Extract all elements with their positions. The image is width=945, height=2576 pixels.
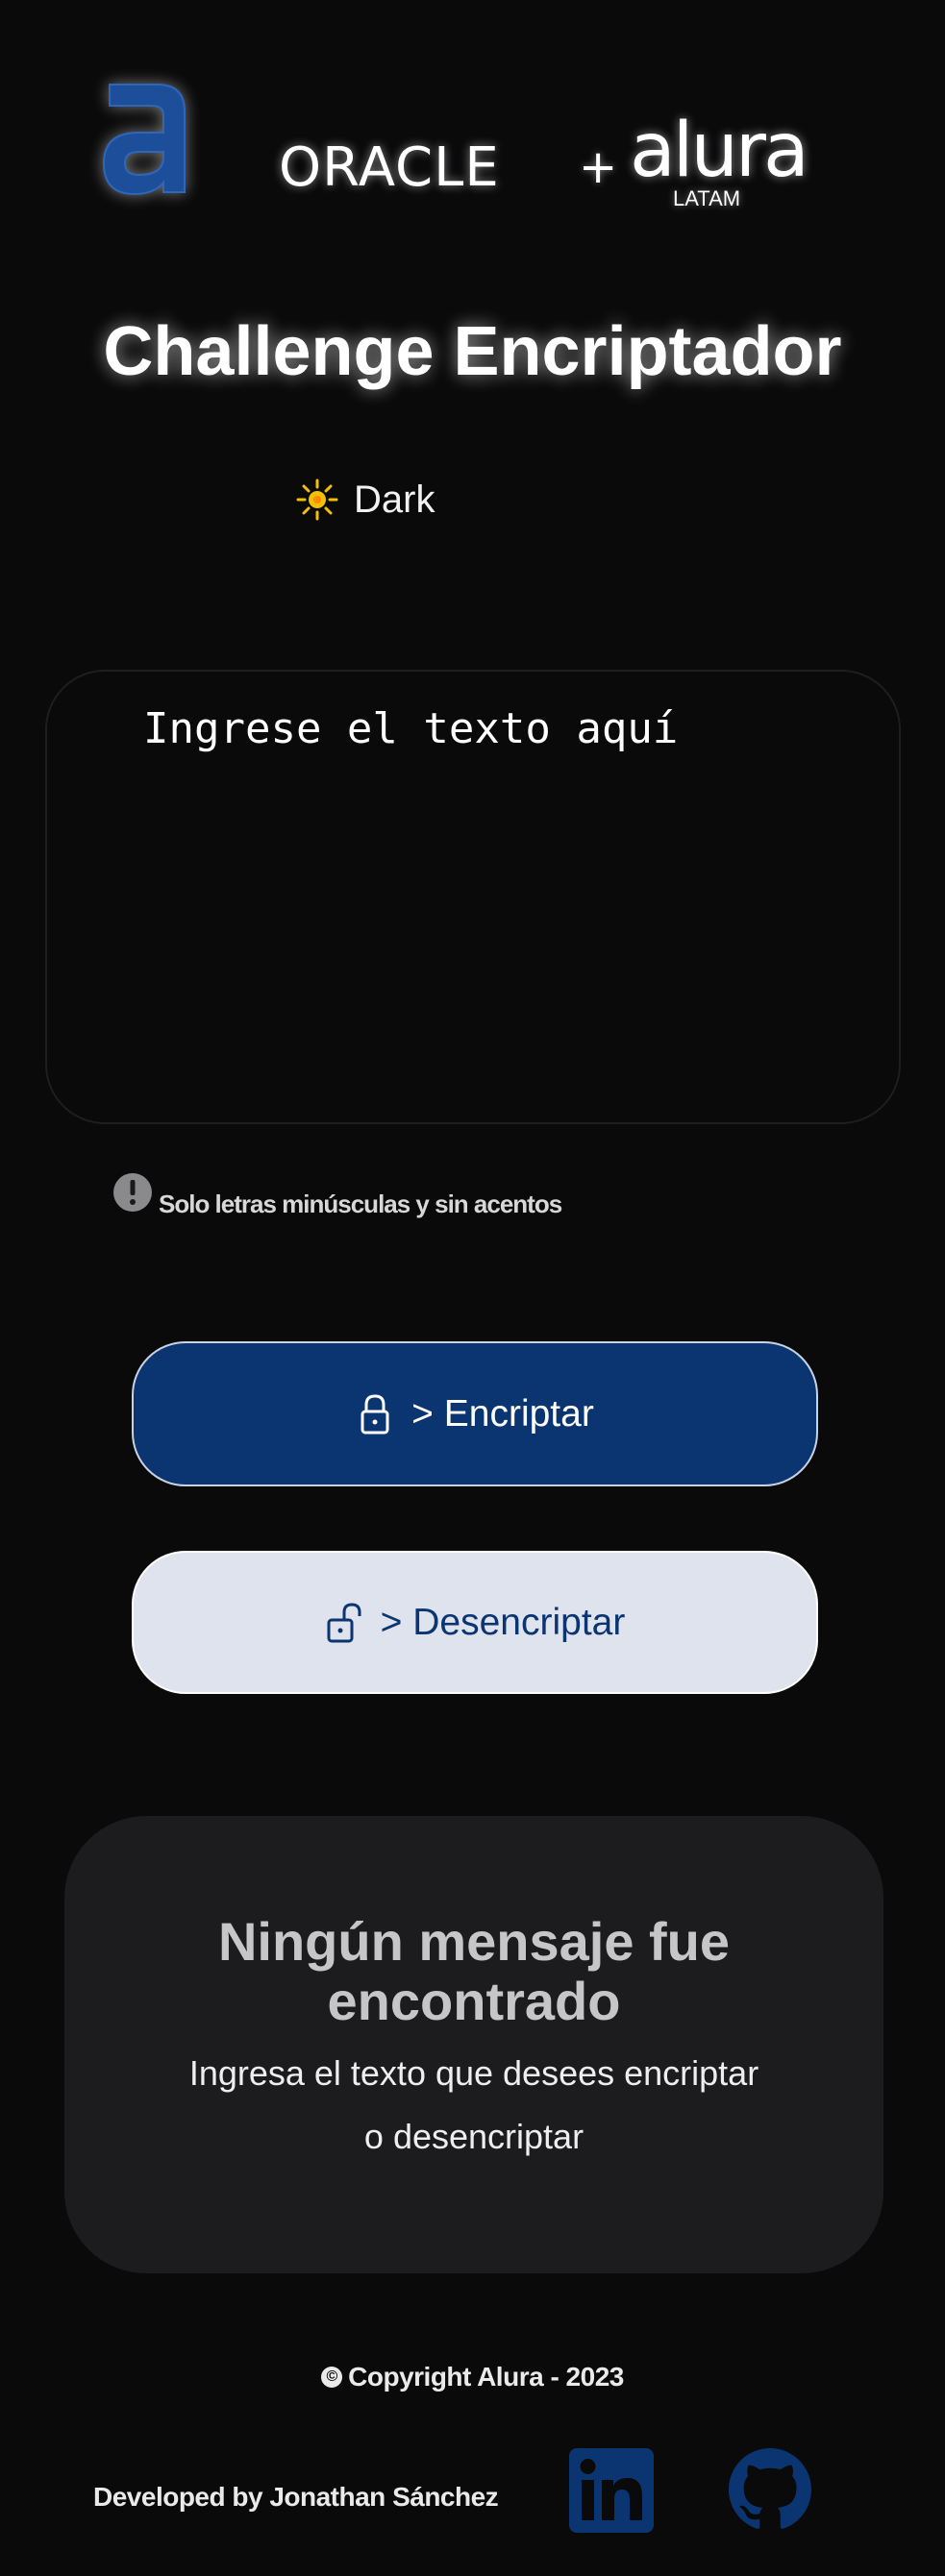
alura-logo-icon <box>96 77 192 202</box>
page-title: Challenge Encriptador <box>103 313 842 390</box>
theme-label: Dark <box>354 478 435 521</box>
developer-credit: Developed by Jonathan Sánchez <box>93 2482 499 2512</box>
lock-icon <box>361 1393 389 1434</box>
decrypt-label: > Desencriptar <box>380 1601 626 1643</box>
output-panel: Ningún mensaje fue encontrado Ingresa el… <box>64 1816 883 2273</box>
unlock-icon <box>327 1602 361 1642</box>
output-subtitle-line1: Ingresa el texto que desees encriptar <box>188 2053 759 2093</box>
copyright: © Copyright Alura - 2023 <box>0 2362 945 2392</box>
copyright-icon: © <box>321 2367 343 2388</box>
sun-icon <box>296 478 338 521</box>
info-icon <box>113 1173 152 1212</box>
alura-wordmark: alura <box>630 108 809 194</box>
output-subtitle: Ingresa el texto que desees encriptar o … <box>122 2042 826 2169</box>
oracle-wordmark: ORACLE <box>279 136 500 199</box>
linkedin-icon <box>569 2448 654 2533</box>
copyright-text: Copyright Alura - 2023 <box>348 2362 624 2392</box>
github-icon <box>729 2448 811 2529</box>
output-subtitle-line2: o desencriptar <box>363 2117 584 2156</box>
output-title: Ningún mensaje fue encontrado <box>217 1911 731 2031</box>
decrypt-button[interactable]: > Desencriptar <box>132 1551 818 1694</box>
linkedin-link[interactable] <box>569 2448 654 2533</box>
encrypt-button[interactable]: > Encriptar <box>132 1341 818 1486</box>
latam-wordmark: LATAM <box>673 186 741 210</box>
plus-sign: + <box>579 140 618 194</box>
brand-lockup: ORACLE + alura LATAM <box>279 108 809 223</box>
theme-toggle[interactable]: Dark <box>296 471 488 528</box>
text-input[interactable] <box>45 670 901 1124</box>
hint-text: Solo letras minúsculas y sin acentos <box>159 1190 562 1218</box>
input-hint: Solo letras minúsculas y sin acentos <box>112 1172 785 1220</box>
github-link[interactable] <box>729 2448 811 2531</box>
encrypt-label: > Encriptar <box>411 1392 594 1435</box>
